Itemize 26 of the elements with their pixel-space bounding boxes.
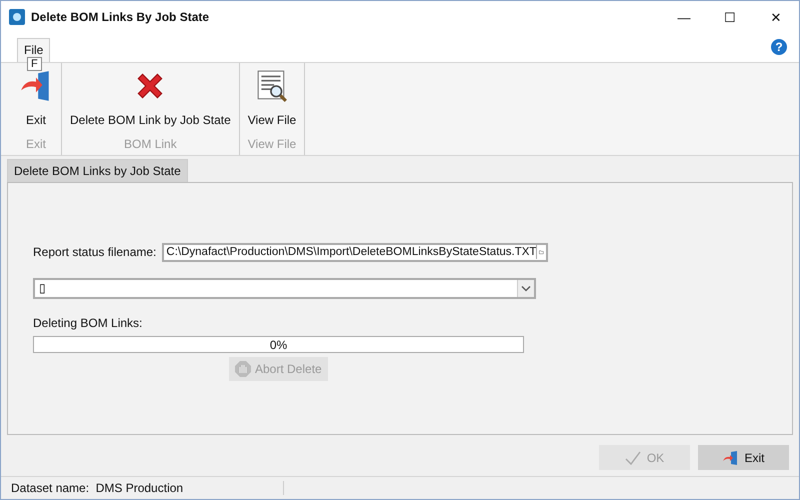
check-icon — [624, 450, 641, 466]
door-arrow-icon — [722, 450, 738, 466]
window-title: Delete BOM Links By Job State — [31, 10, 210, 24]
hand-icon — [235, 360, 251, 377]
status-text: Dataset name: DMS Production — [11, 481, 284, 496]
filename-field[interactable]: C:\Dynafact\Production\DMS\Import\DeleteBOMLinksByStateStatus.TXT — [162, 242, 548, 262]
chevron-down-icon — [517, 280, 534, 297]
page-tab[interactable]: Delete BOM Links by Job State — [7, 158, 188, 182]
group-label: Exit — [26, 136, 46, 151]
window-control-button[interactable]: ✕ — [753, 1, 799, 33]
ribbon-button[interactable]: View File — [244, 66, 300, 137]
progress-bar: 0% — [33, 336, 524, 353]
key-tip: F — [27, 57, 42, 71]
folder-icon[interactable] — [536, 245, 546, 260]
group-label: BOM Link — [124, 136, 177, 151]
field-label: Report status filename: — [33, 245, 156, 260]
document-magnifier-icon — [254, 68, 289, 103]
window-control-button[interactable]: ☐ — [707, 1, 753, 33]
group-label: View File — [248, 136, 296, 151]
help-icon[interactable]: ? — [771, 39, 787, 56]
progress-label: Deleting BOM Links: — [33, 316, 144, 330]
app-icon — [9, 9, 25, 25]
window-control-button[interactable]: — — [661, 1, 707, 33]
dialog-button[interactable]: Exit — [698, 445, 789, 470]
dropdown[interactable]: ▯ — [33, 278, 536, 299]
ribbon-button[interactable]: Delete BOM Link by Job State — [66, 66, 235, 137]
